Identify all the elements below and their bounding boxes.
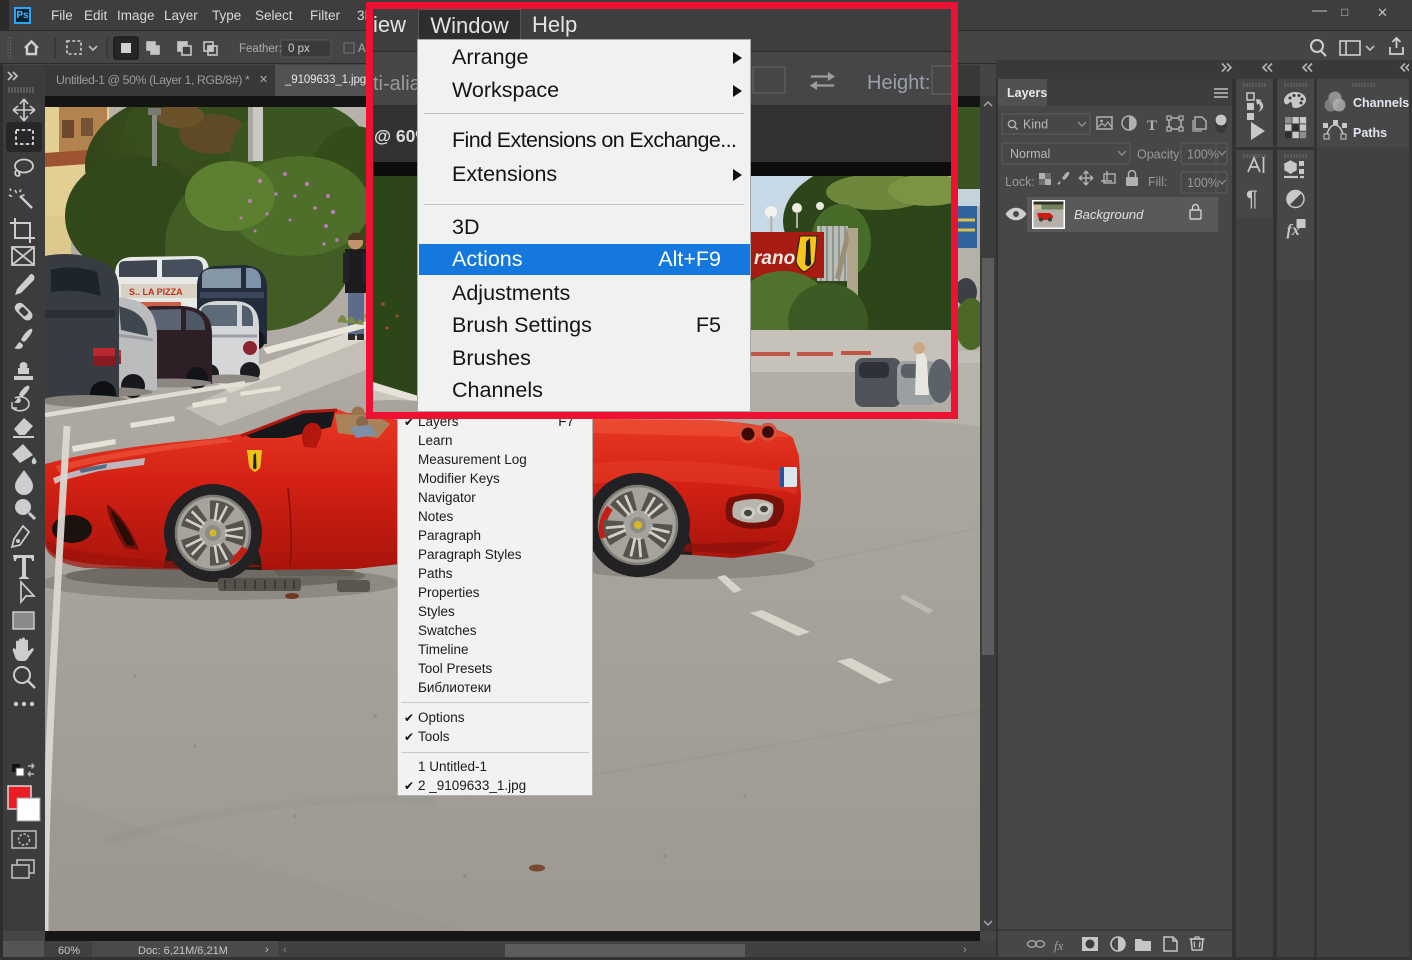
svg-text:Opacity:: Opacity: [1137, 148, 1183, 162]
svg-text:fx: fx [1287, 222, 1300, 239]
svg-text:T: T [1147, 118, 1157, 134]
svg-text:Paths: Paths [1353, 126, 1387, 140]
svg-text:Normal: Normal [1010, 147, 1050, 161]
svg-text:Layers: Layers [1007, 86, 1047, 100]
svg-text:Fill:: Fill: [1148, 175, 1167, 189]
svg-text:A: A [358, 43, 366, 55]
svg-text:S.. LA PIZZA: S.. LA PIZZA [129, 287, 183, 297]
svg-text:Kind: Kind [1023, 118, 1048, 132]
svg-text:Channels: Channels [1353, 96, 1409, 110]
svg-text:¶: ¶ [1246, 186, 1258, 211]
svg-text:Background: Background [1074, 207, 1144, 222]
svg-text:fx: fx [1054, 938, 1064, 953]
svg-text:100%: 100% [1187, 148, 1219, 162]
svg-text:Lock:: Lock: [1005, 175, 1035, 189]
svg-text:Feather:: Feather: [239, 43, 282, 55]
svg-text:100%: 100% [1187, 176, 1219, 190]
svg-text:0 px: 0 px [288, 43, 310, 55]
svg-text:rano: rano [754, 248, 795, 269]
